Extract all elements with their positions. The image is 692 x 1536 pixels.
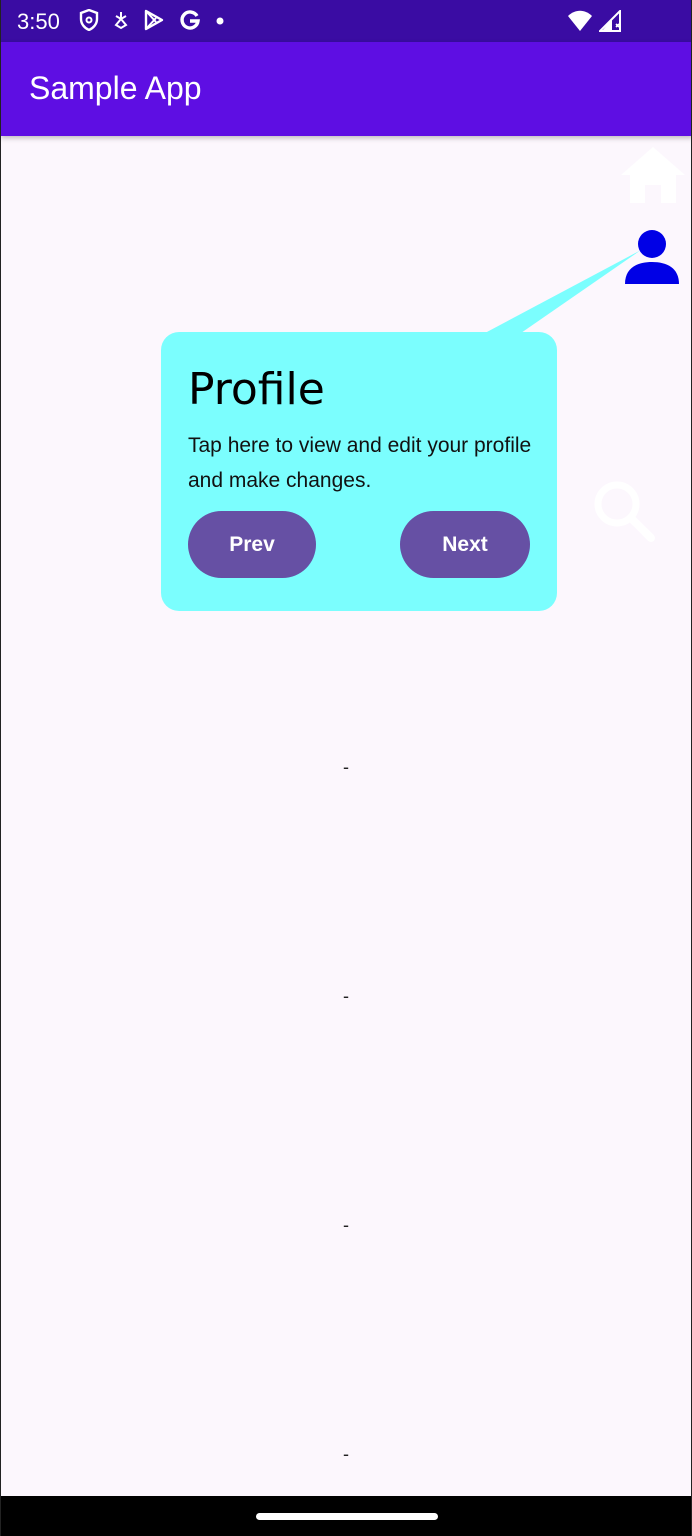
prev-button[interactable]: Prev <box>188 511 316 578</box>
tooltip-body: Tap here to view and edit your profile a… <box>188 434 532 492</box>
tooltip-title: Profile <box>188 364 325 415</box>
navigation-bar <box>1 1496 691 1536</box>
list-item: - <box>343 1444 349 1464</box>
list-item: - <box>343 1215 349 1235</box>
list-item: - <box>343 986 349 1006</box>
profile-tooltip: Profile Tap here to view and edit your p… <box>161 332 557 611</box>
list-item: - <box>343 757 349 777</box>
home-gesture-handle[interactable] <box>256 1513 438 1520</box>
person-icon[interactable] <box>623 228 681 291</box>
app-screen: 3:50 Sample App Profile Tap here to view… <box>0 0 692 1536</box>
search-icon[interactable] <box>591 478 657 549</box>
next-button[interactable]: Next <box>400 511 530 578</box>
